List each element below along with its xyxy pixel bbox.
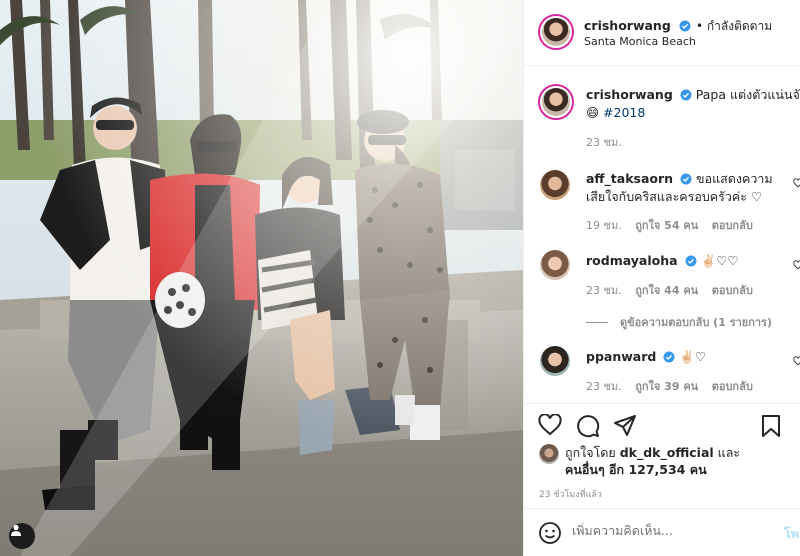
comment-username[interactable]: ppanward [586, 349, 656, 364]
comment-text: ✌🏻♡ [679, 349, 707, 364]
post-action-bar [524, 403, 800, 445]
caption-username[interactable]: crishorwang [586, 87, 673, 102]
comment-heart-icon[interactable] [793, 260, 800, 270]
comment-reply-button[interactable]: ตอบกลับ [712, 219, 753, 232]
liked-by-suffix: และ [717, 445, 741, 460]
caption-time: 23 ชม. [586, 136, 622, 149]
author-username[interactable]: crishorwang [584, 18, 671, 33]
comment-time: 23 ชม. [586, 284, 622, 297]
user-tag-button[interactable] [9, 523, 35, 549]
emoji-icon[interactable] [538, 521, 562, 545]
comment-text: ขอแสดงความ [696, 171, 773, 186]
commenter-avatar[interactable] [540, 346, 570, 376]
other-likers-count[interactable]: คนอื่นๆ อีก 127,534 คน [565, 462, 707, 477]
comment-heart-icon[interactable] [793, 356, 800, 366]
photo-illustration [0, 0, 523, 556]
verified-icon [679, 20, 691, 32]
comment-icon[interactable] [576, 414, 600, 438]
verified-icon [680, 89, 692, 101]
comment-text-cont: เสียใจกับคริสและครอบครัวค่ะ ♡ [586, 189, 763, 204]
comment-composer: โพ [524, 508, 800, 556]
follow-status[interactable]: • กำลังติดตาม [696, 19, 772, 33]
comment-username[interactable]: rodmayaloha [586, 253, 678, 268]
comment-reply-button[interactable]: ตอบกลับ [712, 380, 753, 393]
comment-heart-icon[interactable] [793, 178, 800, 188]
comment-time: 19 ชม. [586, 219, 622, 232]
caption-text: Papa แต่งตัวแน่นจัง 😄 [695, 87, 800, 102]
caption-avatar[interactable] [538, 84, 574, 120]
view-replies-button[interactable]: ดูข้อความตอบกลับ (1 รายการ) [586, 313, 772, 331]
author-avatar[interactable] [538, 14, 574, 50]
instagram-post-view: crishorwang • กำลังติดตาม Santa Monica B… [0, 0, 800, 556]
comment-likes[interactable]: ถูกใจ 39 คน [635, 380, 698, 393]
bookmark-icon[interactable] [760, 414, 782, 438]
heart-icon[interactable] [538, 414, 562, 436]
post-timestamp[interactable]: 23 ชั่วโมงที่แล้ว [539, 487, 602, 501]
verified-icon [663, 351, 675, 363]
caption-hashtag[interactable]: #2018 [603, 105, 645, 120]
verified-icon [680, 173, 692, 185]
commenter-avatar[interactable] [540, 170, 570, 200]
liked-by-prefix: ถูกใจโดย [565, 445, 616, 460]
comment-likes[interactable]: ถูกใจ 44 คน [635, 284, 698, 297]
post-photo[interactable] [0, 0, 523, 556]
post-comment-button[interactable]: โพ [784, 524, 799, 544]
post-header: crishorwang • กำลังติดตาม Santa Monica B… [524, 0, 800, 66]
view-replies-label: ดูข้อความตอบกลับ (1 รายการ) [620, 316, 772, 329]
liker-avatar[interactable] [539, 444, 559, 464]
post-location[interactable]: Santa Monica Beach [584, 35, 696, 48]
comment-reply-button[interactable]: ตอบกลับ [712, 284, 753, 297]
liker-username[interactable]: dk_dk_official [620, 445, 714, 460]
comment-time: 23 ชม. [586, 380, 622, 393]
replies-divider [586, 321, 608, 323]
comment-text: ✌🏻♡♡ [700, 253, 739, 268]
share-icon[interactable] [613, 414, 637, 438]
verified-icon [685, 255, 697, 267]
comment-username[interactable]: aff_taksaorn [586, 171, 673, 186]
comment-input[interactable] [572, 523, 772, 538]
commenter-avatar[interactable] [540, 250, 570, 280]
post-side-panel: crishorwang • กำลังติดตาม Santa Monica B… [523, 0, 800, 556]
comment-likes[interactable]: ถูกใจ 54 คน [635, 219, 698, 232]
user-tag-icon [11, 524, 21, 536]
caption-emoji: 😄 [586, 105, 600, 120]
